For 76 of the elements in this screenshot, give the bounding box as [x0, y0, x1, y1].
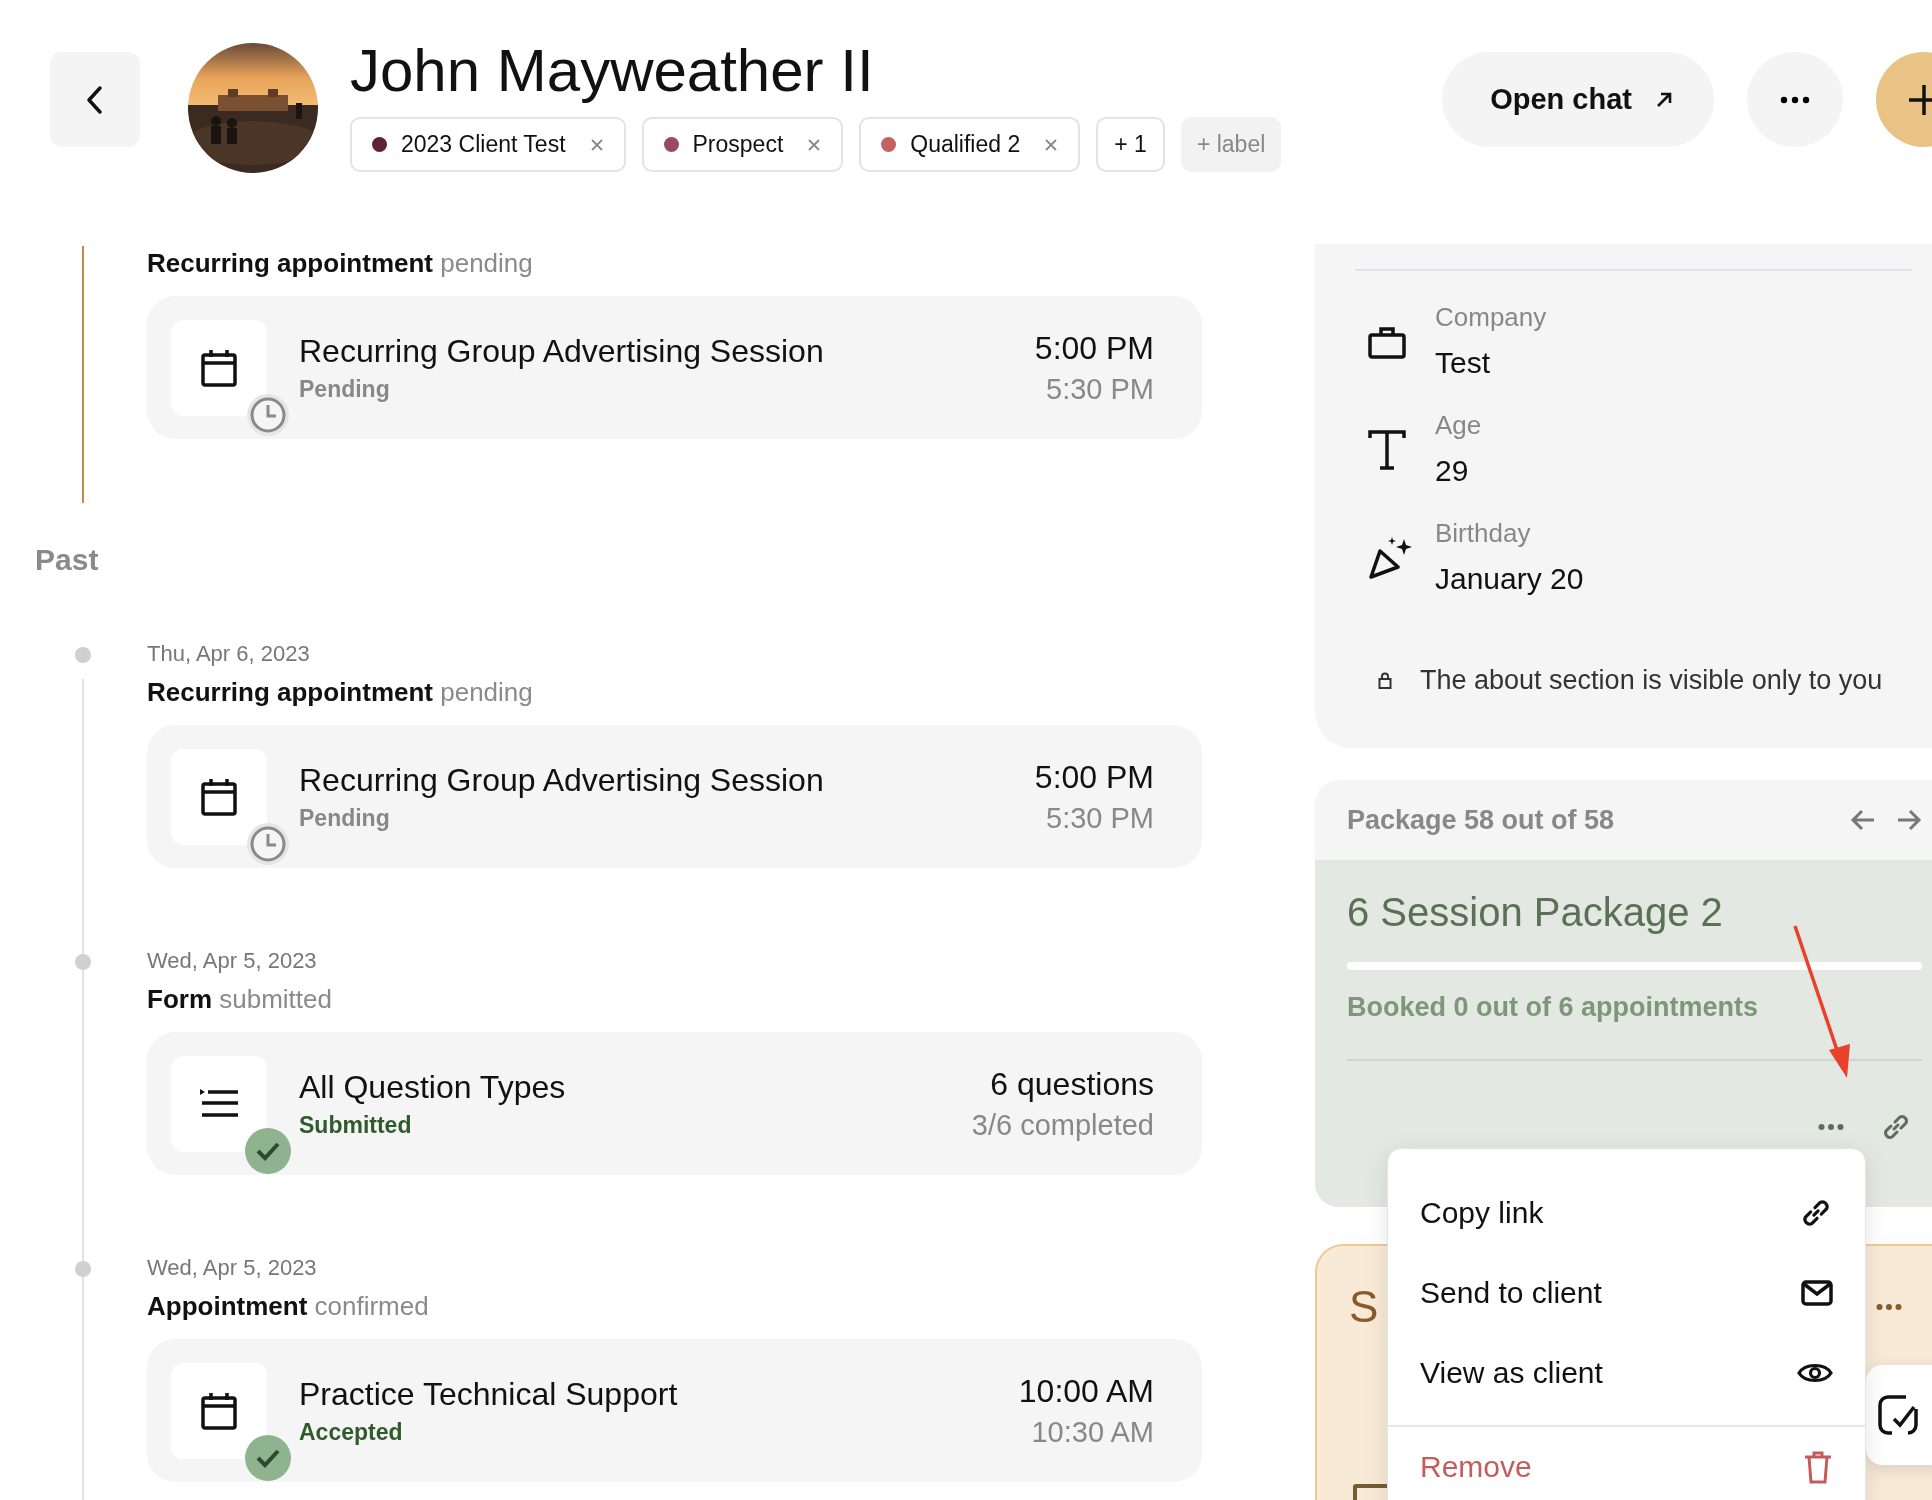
- event-status: Submitted: [299, 1112, 413, 1139]
- label-text: Qualified 2: [910, 131, 1021, 158]
- event-end: 5:30 PM: [1045, 373, 1154, 406]
- more-icon: [1780, 95, 1810, 104]
- event-start: 5:00 PM: [1034, 758, 1154, 796]
- menu-item[interactable]: View as client: [1388, 1333, 1865, 1413]
- event-title: Recurring Group Advertising Session: [299, 761, 825, 799]
- calendar-icon: [201, 777, 237, 816]
- arrow-right-icon[interactable]: [1896, 809, 1922, 831]
- lock-icon: [1378, 672, 1392, 689]
- event-title: All Question Types: [299, 1068, 567, 1106]
- calendar-icon: [201, 1391, 237, 1430]
- label-tag[interactable]: Prospect: [641, 117, 844, 172]
- event-title: Recurring Group Advertising Session: [299, 332, 825, 370]
- field-value: Test: [1435, 345, 1492, 381]
- event-heading: Recurring appointment pending: [147, 247, 534, 280]
- close-icon[interactable]: [589, 137, 604, 152]
- event-status: Accepted: [299, 1419, 404, 1446]
- label-text: 2023 Client Test: [401, 131, 566, 158]
- event-end: 10:30 AM: [1030, 1416, 1154, 1449]
- open-chat-button[interactable]: Open chat: [1442, 52, 1714, 147]
- field-label: Company: [1435, 301, 1547, 333]
- plus-icon: [1907, 82, 1932, 117]
- card-title: S: [1349, 1282, 1379, 1332]
- label-tag[interactable]: 2023 Client Test: [350, 117, 626, 172]
- text-icon: [1368, 430, 1406, 470]
- event-date: Thu, Apr 6, 2023: [147, 640, 311, 668]
- timeline-dot: [75, 1261, 91, 1277]
- timeline-dot: [75, 954, 91, 970]
- event-card[interactable]: Recurring Group Advertising Session Pending 5:00 PM 5:30 PM: [147, 296, 1202, 439]
- event-end: 3/6 completed: [971, 1109, 1154, 1142]
- envelope-icon: [1801, 1280, 1833, 1306]
- arrow-left-icon[interactable]: [1850, 809, 1876, 831]
- event-heading: Form submitted: [147, 983, 333, 1016]
- event-status: Pending: [299, 805, 391, 832]
- more-icon[interactable]: [1876, 1303, 1902, 1311]
- event-title: Practice Technical Support: [299, 1375, 679, 1413]
- close-icon[interactable]: [1044, 137, 1059, 152]
- trash-icon: [1803, 1450, 1833, 1484]
- booking-status: Booked 0 out of 6 appointments: [1347, 992, 1759, 1023]
- field-value: 29: [1435, 453, 1470, 489]
- menu-item[interactable]: Copy link: [1388, 1173, 1865, 1253]
- event-start: 10:00 AM: [1018, 1372, 1154, 1410]
- party-popper-icon: [1368, 537, 1414, 579]
- event-start: 5:00 PM: [1034, 329, 1154, 367]
- close-icon[interactable]: [807, 137, 822, 152]
- eye-icon: [1797, 1361, 1833, 1385]
- field-label: Birthday: [1435, 517, 1532, 549]
- event-heading: Appointment confirmed: [147, 1290, 430, 1323]
- package-counter: Package 58 out of 58: [1347, 804, 1616, 836]
- event-end: 5:30 PM: [1045, 802, 1154, 835]
- list-icon: [200, 1088, 238, 1119]
- event-date: Wed, Apr 5, 2023: [147, 947, 318, 975]
- event-card[interactable]: Practice Technical Support Accepted 10:00 AM 10:30 AM: [147, 1339, 1202, 1482]
- briefcase-icon: [1368, 325, 1406, 359]
- calendar-icon: [201, 348, 237, 387]
- menu-item[interactable]: Remove: [1388, 1427, 1865, 1500]
- check-square-icon[interactable]: [1876, 1393, 1920, 1437]
- more-labels-button[interactable]: + 1: [1096, 117, 1165, 172]
- package-title: 6 Session Package 2: [1347, 889, 1724, 936]
- privacy-note: The about section is visible only to you: [1420, 665, 1883, 696]
- section-heading: Past: [34, 542, 100, 578]
- more-icon[interactable]: [1818, 1123, 1844, 1131]
- event-date: Wed, Apr 5, 2023: [147, 1254, 318, 1282]
- label-text: Prospect: [692, 131, 784, 158]
- event-card[interactable]: All Question Types Submitted 6 questions 3/6 completed: [147, 1032, 1202, 1175]
- event-status: Pending: [299, 376, 391, 403]
- timeline-dot: [75, 647, 91, 663]
- client-name: John Mayweather II: [350, 39, 875, 103]
- event-card[interactable]: Recurring Group Advertising Session Pending 5:00 PM 5:30 PM: [147, 725, 1202, 868]
- event-start: 6 questions: [989, 1065, 1154, 1103]
- label-tag[interactable]: Qualified 2: [859, 117, 1081, 172]
- field-value: January 20: [1435, 561, 1584, 597]
- menu-item[interactable]: Send to client: [1388, 1253, 1865, 1333]
- field-label: Age: [1435, 409, 1482, 441]
- event-heading: Recurring appointment pending: [147, 676, 534, 709]
